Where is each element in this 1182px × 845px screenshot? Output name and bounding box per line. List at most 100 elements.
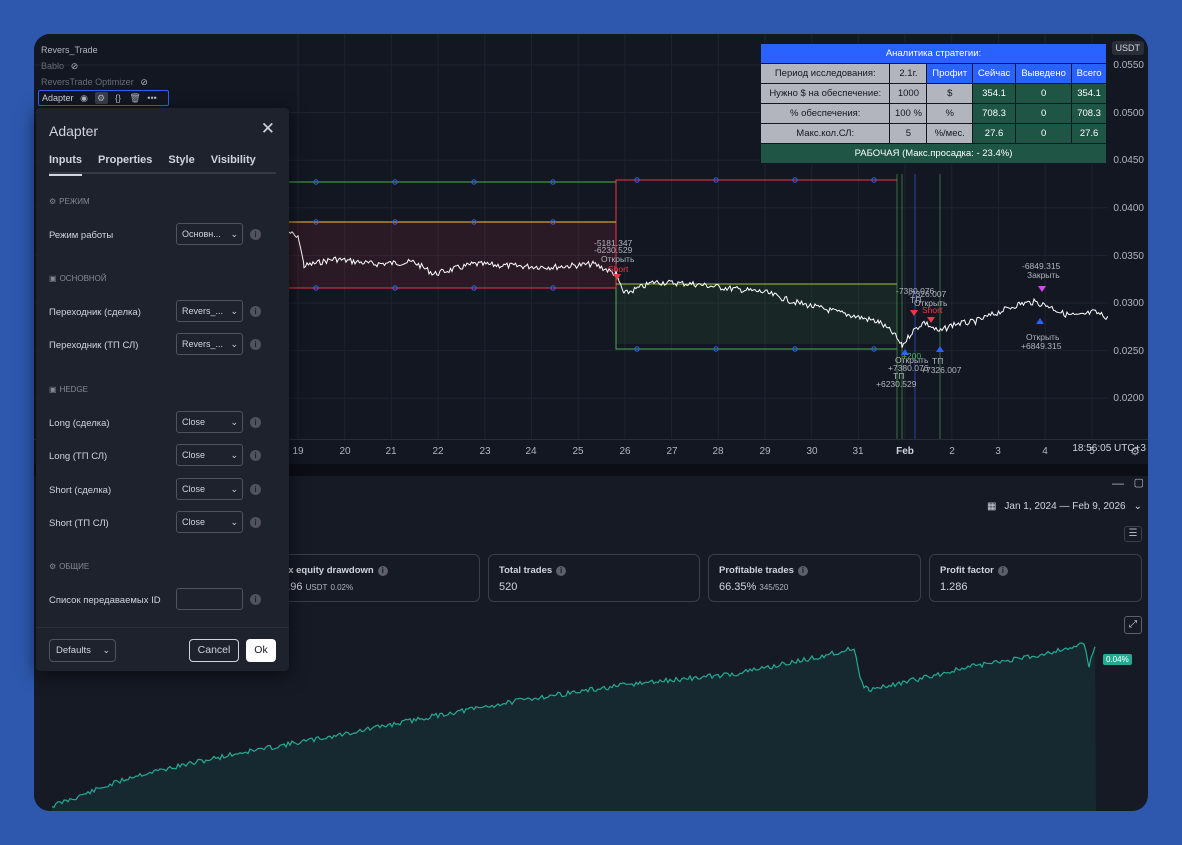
chevron-down-icon: ⌄ (230, 417, 238, 427)
info-icon[interactable]: i (997, 565, 1008, 576)
info-icon[interactable]: i (250, 484, 261, 495)
short-deal-label: Short (сделка) (49, 485, 112, 496)
table-cell: 0 (1015, 103, 1073, 124)
info-icon[interactable]: i (250, 594, 261, 605)
source-code-icon[interactable]: {} (112, 92, 125, 104)
info-icon[interactable]: i (250, 417, 261, 428)
trade-label: Short (608, 264, 629, 274)
box-icon: ▣ (49, 385, 57, 394)
loss-zone (289, 222, 616, 288)
table-cell: Сейчас (972, 63, 1017, 84)
date-range-label: Jan 1, 2024 — Feb 9, 2026 (1004, 501, 1126, 512)
info-icon[interactable]: i (556, 565, 567, 576)
info-icon[interactable]: i (377, 565, 388, 576)
table-cell: 2.1г. (889, 63, 928, 84)
chevron-down-icon: ⌄ (230, 450, 238, 460)
table-cell: Профит (926, 63, 974, 84)
trash-icon[interactable]: 🗑 (129, 92, 142, 104)
section-label: ОБЩИЕ (59, 562, 90, 571)
adapter-tpsl-select[interactable]: Revers_... ⌄ (176, 333, 243, 355)
price-scale[interactable]: USDT 0.0550 0.0500 0.0450 0.0400 0.0350 … (1108, 34, 1148, 439)
section-label: HEDGE (59, 385, 89, 394)
table-cell: Период исследования: (759, 63, 891, 84)
legend-item-revers-trade[interactable]: Revers_Trade (38, 42, 169, 58)
info-icon[interactable]: i (250, 339, 261, 350)
select-value: Revers_... (182, 306, 224, 316)
info-icon[interactable]: i (250, 229, 261, 240)
close-icon[interactable]: ✕ (261, 120, 275, 137)
stat-title: Profit factor i (940, 565, 1131, 576)
price-tick: 0.0550 (1113, 60, 1144, 71)
table-cell: 708.3 (972, 103, 1017, 124)
time-tick: 19 (292, 446, 304, 457)
stat-card-profit-factor: Profit factor i 1.286 (929, 554, 1142, 602)
info-icon[interactable]: i (797, 565, 808, 576)
eye-hidden-icon[interactable]: ⊘ (138, 76, 151, 88)
ids-input[interactable] (176, 588, 243, 610)
legend-item-adapter[interactable]: Adapter ◉ ⚙ {} 🗑 ••• (38, 90, 169, 106)
settings-icon[interactable]: ⚙ (94, 92, 108, 104)
defaults-dropdown[interactable]: Defaults ⌄ (49, 639, 116, 662)
short-arrow (927, 317, 935, 323)
table-cell: Макс.кол.СЛ: (759, 123, 891, 144)
currency-button[interactable]: USDT (1111, 41, 1144, 55)
indicator-settings-dialog: Adapter ✕ Inputs Properties Style Visibi… (36, 108, 289, 671)
date-range-selector[interactable]: ▦ Jan 1, 2024 — Feb 9, 2026 ⌄ (987, 501, 1142, 512)
select-value: Close (182, 517, 206, 527)
trade-label: Закрыть (1027, 270, 1060, 280)
long-tpsl-label: Long (ТП СЛ) (49, 451, 108, 462)
table-cell: 1000 (889, 83, 928, 104)
strategy-table-title: Аналитика стратегии: (760, 43, 1107, 64)
tab-visibility[interactable]: Visibility (211, 154, 256, 174)
stat-extra: 0.02% (330, 583, 354, 592)
legend-label: ReversTrade Optimizer (41, 77, 134, 87)
dialog-body[interactable]: ⚙ РЕЖИМ Режим работы Основн... ⌄ i ▣ ОСНОВН… (36, 178, 289, 626)
dialog-title: Adapter (49, 123, 99, 139)
table-cell: 0 (1015, 123, 1073, 144)
stat-card-total-trades: Total trades i 520 (488, 554, 700, 602)
eye-hidden-icon[interactable]: ⊘ (68, 60, 81, 72)
time-tick: 3 (995, 446, 1001, 457)
stat-title-text: Total trades (499, 565, 553, 576)
more-icon[interactable]: ••• (146, 92, 159, 104)
ok-button[interactable]: Ok (246, 639, 276, 662)
short-tpsl-select[interactable]: Close ⌄ (176, 511, 243, 533)
tab-inputs[interactable]: Inputs (49, 154, 82, 176)
info-icon[interactable]: i (250, 306, 261, 317)
maximize-panel-icon[interactable]: ▢ (1134, 476, 1144, 489)
table-cell: % обеспечения: (759, 103, 891, 124)
stat-card-profitable-trades: Profitable trades i 66.35% 345/520 (708, 554, 921, 602)
select-value: Close (182, 484, 206, 494)
minimize-panel-icon[interactable]: — (1112, 476, 1124, 490)
tab-style[interactable]: Style (168, 154, 194, 174)
time-tick: 25 (572, 446, 584, 457)
chevron-down-icon: ⌄ (230, 517, 238, 527)
time-tick: 26 (619, 446, 631, 457)
tab-properties[interactable]: Properties (98, 154, 152, 174)
adapter-deal-select[interactable]: Revers_... ⌄ (176, 300, 243, 322)
long-deal-select[interactable]: Close ⌄ (176, 411, 243, 433)
price-tick: 0.0200 (1113, 393, 1144, 404)
expand-chart-button[interactable]: ⤢ (1124, 616, 1142, 634)
info-icon[interactable]: i (250, 450, 261, 461)
section-main: ▣ ОСНОВНОЙ (49, 274, 107, 283)
table-cell: $ (926, 83, 974, 104)
eye-icon[interactable]: ◉ (78, 92, 91, 104)
price-tick: 0.0300 (1113, 298, 1144, 309)
chevron-down-icon: ⌄ (230, 306, 238, 316)
legend-item-optimizer[interactable]: ReversTrade Optimizer ⊘ (38, 74, 169, 90)
chevron-down-icon: ⌄ (230, 484, 238, 494)
long-arrow (936, 346, 944, 352)
stat-title: Total trades i (499, 565, 689, 576)
mode-select[interactable]: Основн... ⌄ (176, 223, 243, 245)
trade-label: +6849.315 (1021, 341, 1062, 351)
stat-value: 51.96 USDT 0.02% (275, 581, 469, 593)
legend-item-bablo[interactable]: Bablo ⊘ (38, 58, 169, 74)
long-arrow (1036, 318, 1044, 324)
info-icon[interactable]: i (250, 517, 261, 528)
list-view-icon[interactable]: ☰ (1124, 526, 1142, 542)
stat-card-max-drawdown: Max equity drawdowni 51.96 USDT 0.02% (264, 554, 480, 602)
cancel-button[interactable]: Cancel (189, 639, 239, 662)
long-tpsl-select[interactable]: Close ⌄ (176, 444, 243, 466)
short-deal-select[interactable]: Close ⌄ (176, 478, 243, 500)
